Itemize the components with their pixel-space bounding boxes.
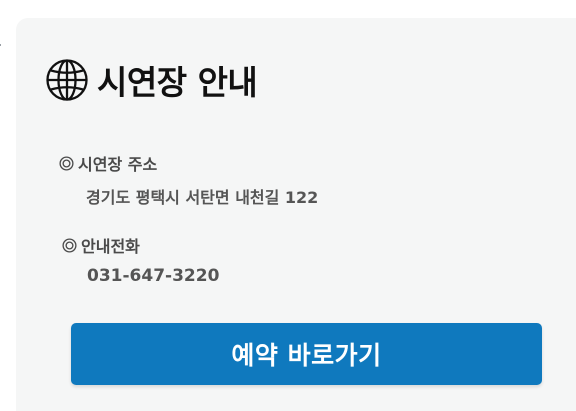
double-circle-icon: [59, 155, 74, 171]
address-label: 시연장 주소: [59, 151, 157, 175]
phone-label: 안내전화: [62, 233, 140, 257]
edge-mark: [0, 44, 1, 46]
page: 시연장 안내 시연장 주소 경기도 평택시 서탄면 내천길 122 안내전화 0…: [0, 0, 576, 411]
reserve-button[interactable]: 예약 바로가기: [71, 323, 542, 385]
showroom-info-card: 시연장 안내 시연장 주소 경기도 평택시 서탄면 내천길 122 안내전화 0…: [16, 18, 576, 411]
address-label-text: 시연장 주소: [78, 155, 158, 174]
page-title: 시연장 안내: [97, 63, 258, 102]
double-circle-icon: [62, 237, 77, 253]
address-value: 경기도 평택시 서탄면 내천길 122: [86, 188, 319, 207]
section-heading: 시연장 안내: [45, 58, 258, 102]
globe-icon: [46, 59, 88, 101]
phone-value: 031-647-3220: [87, 266, 220, 286]
phone-label-text: 안내전화: [81, 237, 140, 256]
